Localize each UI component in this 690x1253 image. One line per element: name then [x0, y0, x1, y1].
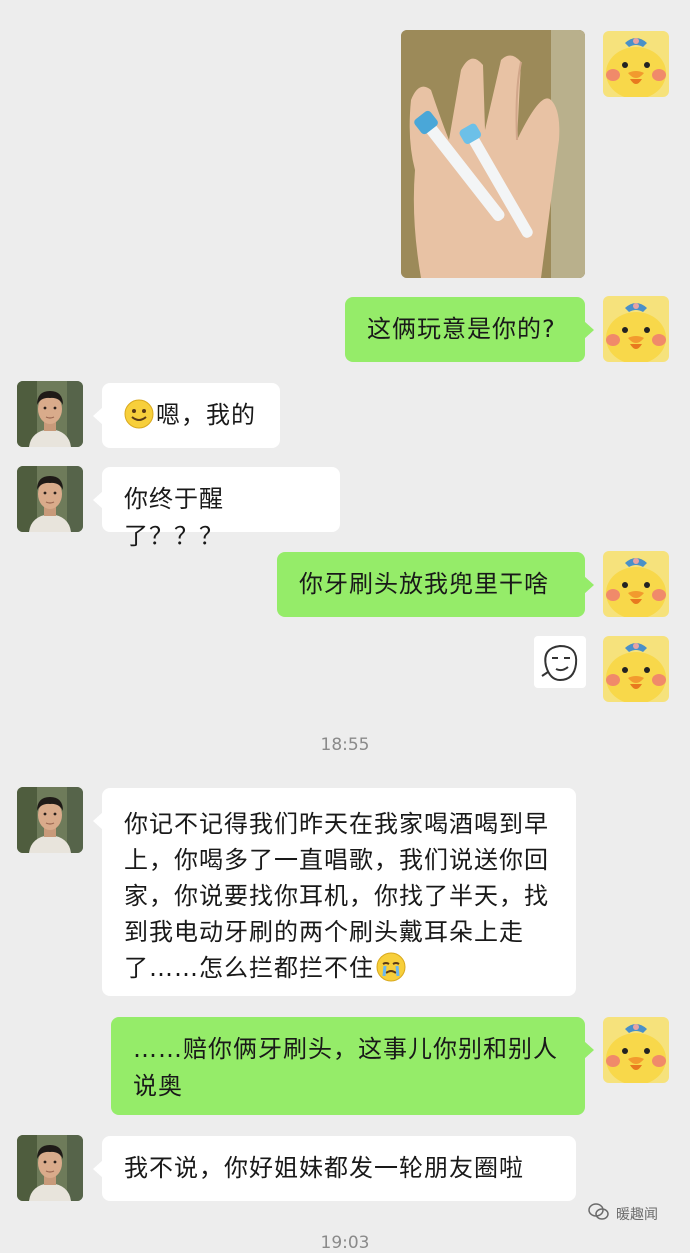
timestamp: 19:03: [320, 1233, 370, 1253]
toothbrush-photo-message[interactable]: [401, 30, 585, 278]
message-text: ……赔你俩牙刷头，这事儿你别和别人说奥: [133, 1035, 558, 1100]
wechat-logo-icon: [588, 1203, 610, 1225]
message-text: 嗯，我的: [156, 401, 256, 429]
friend-avatar[interactable]: [17, 466, 83, 532]
message-bubble-self[interactable]: 这俩玩意是你的?: [345, 297, 594, 362]
message-text: 你终于醒了？？？: [124, 485, 224, 550]
message-bubble-friend[interactable]: 你记不记得我们昨天在我家喝酒喝到早上，你喝多了一直唱歌，我们说送你回家，你说要找…: [93, 788, 576, 996]
message-bubble-friend[interactable]: 我不说，你好姐妹都发一轮朋友圈啦: [93, 1136, 576, 1201]
smirk-sticker-message[interactable]: [534, 636, 586, 688]
smile-emoji-icon: [124, 399, 154, 440]
message-bubble-self[interactable]: ……赔你俩牙刷头，这事儿你别和别人说奥: [111, 1017, 594, 1115]
self-avatar[interactable]: [603, 1017, 669, 1083]
message-text: 我不说，你好姐妹都发一轮朋友圈啦: [124, 1154, 524, 1182]
self-avatar[interactable]: [603, 551, 669, 617]
timestamp: 18:55: [320, 735, 370, 755]
watermark-text: 暖趣闻: [616, 1207, 658, 1223]
message-bubble-self[interactable]: 你牙刷头放我兜里干啥: [277, 552, 594, 617]
message-bubble-friend[interactable]: 嗯，我的: [93, 383, 280, 448]
self-avatar[interactable]: [603, 636, 669, 702]
message-bubble-friend[interactable]: 你终于醒了？？？: [93, 467, 340, 550]
watermark: 暖趣闻: [588, 1203, 658, 1225]
message-text: 你牙刷头放我兜里干啥: [299, 570, 549, 598]
self-avatar[interactable]: [603, 296, 669, 362]
message-text: 这俩玩意是你的?: [367, 315, 556, 343]
friend-avatar[interactable]: [17, 1135, 83, 1201]
self-avatar[interactable]: [603, 31, 669, 97]
message-text: 你记不记得我们昨天在我家喝酒喝到早上，你喝多了一直唱歌，我们说送你回家，你说要找…: [124, 810, 549, 982]
friend-avatar[interactable]: [17, 381, 83, 447]
crying-emoji-icon: [376, 952, 406, 992]
friend-avatar[interactable]: [17, 787, 83, 853]
